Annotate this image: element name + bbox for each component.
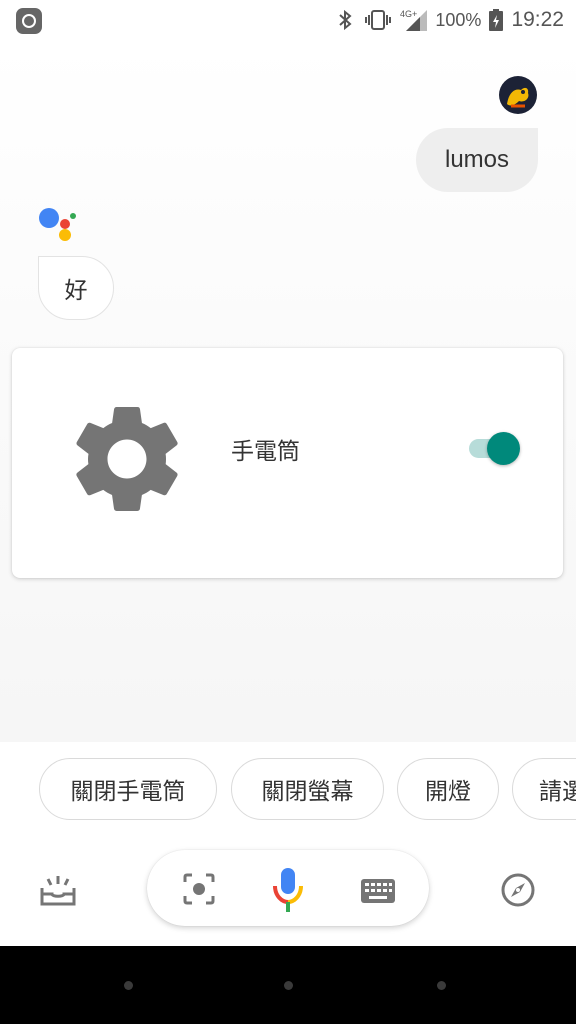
flashlight-toggle[interactable] [467,430,522,466]
card-title: 手電筒 [231,439,300,465]
status-bar: 4G+ 100% 19:22 [0,0,576,40]
suggestion-chips: 關閉手電筒 關閉螢幕 開燈 請選 [0,742,576,838]
microphone-icon[interactable] [270,866,306,918]
bottom-toolbar [0,838,576,946]
bluetooth-icon [334,8,356,32]
chip-turn-off-screen[interactable]: 關閉螢幕 [231,758,384,820]
navigation-bar [0,946,576,1024]
updates-icon[interactable] [38,872,78,912]
user-avatar[interactable] [499,76,537,114]
clock: 19:22 [511,8,564,31]
status-icons: 4G+ 100% 19:22 [334,6,564,34]
network-label: 4G+ [400,9,417,19]
explore-icon[interactable] [500,872,536,912]
nav-back-button[interactable] [437,981,446,990]
nav-home-button[interactable] [284,981,293,990]
battery-icon [488,8,504,32]
chip-turn-off-flashlight[interactable]: 關閉手電筒 [39,758,217,820]
assistant-screen: 4G+ 100% 19:22 lumos 好 手電筒 關閉手電筒 關閉螢幕 開燈… [0,0,576,1024]
nav-menu-button[interactable] [124,981,133,990]
keyboard-icon[interactable] [360,878,396,908]
chip-turn-on-light[interactable]: 開燈 [397,758,499,820]
chip-partial[interactable]: 請選 [512,758,576,820]
assistant-reply-bubble: 好 [38,256,114,320]
battery-percentage: 100% [435,9,482,30]
user-message-bubble: lumos [416,128,538,192]
gear-icon [62,394,192,524]
app-icon [16,8,42,34]
assistant-logo-icon [38,207,78,243]
vibrate-icon [363,8,393,32]
signal-icon: 4G+ [400,8,428,32]
lens-icon[interactable] [182,872,216,910]
flashlight-card[interactable]: 手電筒 [12,348,563,578]
toggle-thumb [487,432,520,465]
